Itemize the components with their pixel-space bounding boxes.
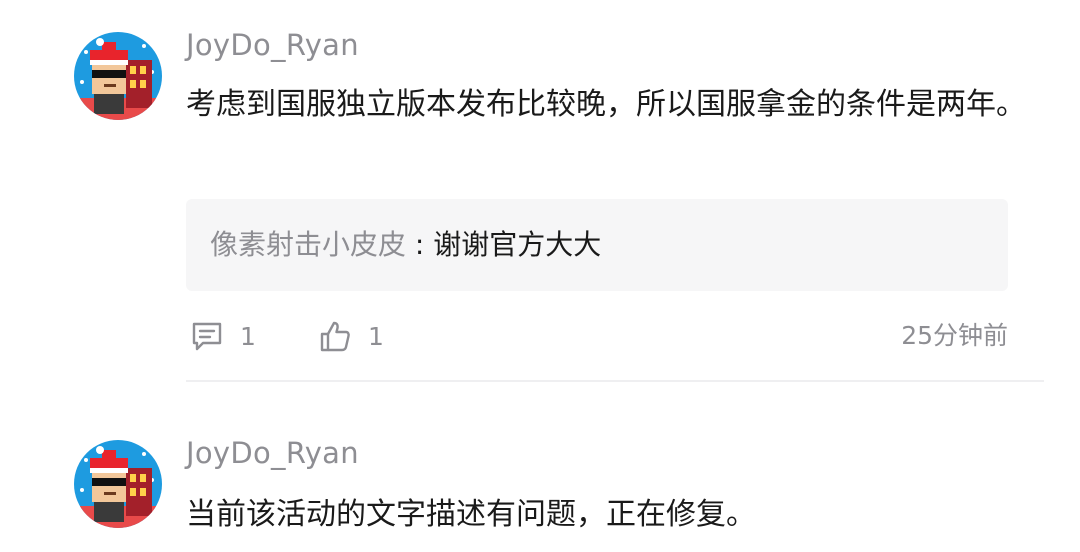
reply-separator: : xyxy=(406,228,434,261)
avatar[interactable] xyxy=(74,32,162,120)
comment-item: JoyDo_Ryan 考虑到国服独立版本发布比较晚，所以国服拿金的条件是两年。 … xyxy=(0,0,1080,384)
reply-button[interactable]: 1 xyxy=(190,316,256,356)
username[interactable]: JoyDo_Ryan xyxy=(186,28,359,62)
reply-author[interactable]: 像素射击小皮皮 xyxy=(210,228,406,261)
reply-count: 1 xyxy=(240,321,256,351)
thumbs-up-icon xyxy=(320,321,350,352)
timestamp: 25分钟前 xyxy=(901,321,1008,350)
divider xyxy=(186,380,1044,382)
comment-item: JoyDo_Ryan 当前该活动的文字描述有问题，正在修复。 xyxy=(0,384,1080,552)
like-count: 1 xyxy=(368,321,384,351)
reply-preview[interactable]: 像素射击小皮皮 : 谢谢官方大大 xyxy=(186,199,1008,291)
avatar-image xyxy=(74,32,162,120)
comment-actions: 1 1 25分钟前 xyxy=(186,316,1008,356)
comment-text: 当前该活动的文字描述有问题，正在修复。 xyxy=(186,497,756,532)
comment-bubble-icon xyxy=(192,322,222,351)
reply-text: 谢谢官方大大 xyxy=(433,228,602,261)
reply-line: 像素射击小皮皮 : 谢谢官方大大 xyxy=(210,199,601,291)
username[interactable]: JoyDo_Ryan xyxy=(186,436,359,470)
like-button[interactable]: 1 xyxy=(318,316,384,356)
avatar-image xyxy=(74,440,162,528)
avatar[interactable] xyxy=(74,440,162,528)
comment-text: 考虑到国服独立版本发布比较晚，所以国服拿金的条件是两年。 xyxy=(186,87,1026,122)
